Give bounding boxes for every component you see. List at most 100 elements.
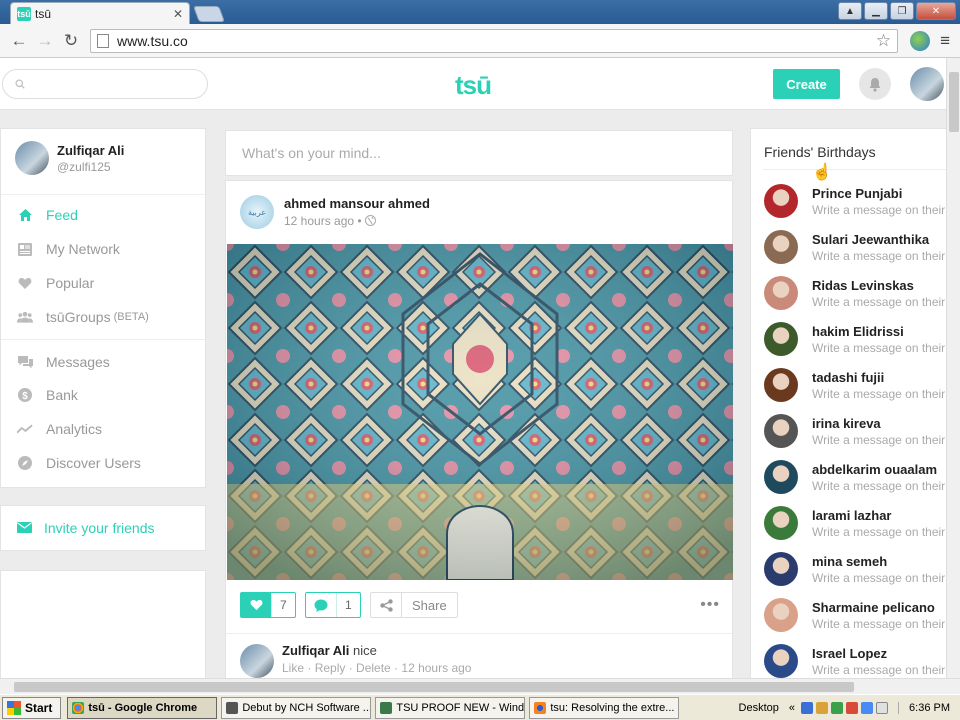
- comment-button[interactable]: 1: [305, 592, 361, 618]
- star-icon[interactable]: ☆: [876, 31, 891, 51]
- comment-author[interactable]: Zulfiqar Ali: [282, 643, 349, 658]
- new-tab-button[interactable]: [193, 6, 225, 22]
- friend-name[interactable]: abdelkarim ouaalam: [812, 462, 945, 477]
- post-author-avatar[interactable]: عربية: [240, 195, 274, 229]
- friend-name[interactable]: Sharmaine pelicano: [812, 600, 945, 615]
- write-message-link[interactable]: Write a message on their: [812, 341, 945, 355]
- nav-discover-users[interactable]: Discover Users: [17, 453, 141, 473]
- write-message-link[interactable]: Write a message on their: [812, 433, 945, 447]
- comment-author-avatar[interactable]: [240, 644, 274, 678]
- invite-friends-link[interactable]: Invite your friends: [0, 505, 206, 551]
- birthday-item[interactable]: irina kireva Write a message on their: [764, 414, 945, 448]
- write-message-link[interactable]: Write a message on their: [812, 571, 945, 585]
- birthday-item[interactable]: Ridas Levinskas Write a message on their: [764, 276, 945, 310]
- friend-name[interactable]: hakim Elidrissi: [812, 324, 945, 339]
- post-image[interactable]: [227, 244, 733, 580]
- taskbar-item-debut[interactable]: Debut by NCH Software ...: [221, 696, 372, 719]
- taskbar-item-tsu-proof[interactable]: TSU PROOF NEW - Wind...: [375, 696, 526, 719]
- friend-name[interactable]: mina semeh: [812, 554, 945, 569]
- write-message-link[interactable]: Write a message on their: [812, 203, 945, 217]
- user-avatar[interactable]: [910, 67, 944, 101]
- address-bar[interactable]: www.tsu.co ☆: [90, 28, 899, 53]
- birthday-item[interactable]: Prince Punjabi Write a message on their: [764, 184, 945, 218]
- tray-app-icon[interactable]: [816, 701, 829, 714]
- search-input[interactable]: [31, 76, 207, 92]
- friend-name[interactable]: Sulari Jeewanthika: [812, 232, 945, 247]
- friend-avatar[interactable]: [764, 644, 798, 678]
- close-window-button[interactable]: ✕: [916, 2, 956, 20]
- birthday-item[interactable]: hakim Elidrissi Write a message on their: [764, 322, 945, 356]
- desktop-toolbar[interactable]: Desktop: [739, 702, 779, 714]
- comment-reply-link[interactable]: Reply: [315, 661, 346, 675]
- birthday-item[interactable]: abdelkarim ouaalam Write a message on the…: [764, 460, 945, 494]
- start-button[interactable]: Start: [2, 696, 62, 719]
- taskbar-item-chrome[interactable]: tsū - Google Chrome: [67, 696, 218, 719]
- write-message-link[interactable]: Write a message on their: [812, 387, 945, 401]
- post-time[interactable]: 12 hours ago •: [284, 214, 362, 228]
- close-tab-icon[interactable]: ✕: [173, 7, 183, 21]
- horizontal-scrollbar[interactable]: [0, 678, 960, 694]
- vertical-scrollbar[interactable]: [946, 58, 960, 678]
- friend-name[interactable]: irina kireva: [812, 416, 945, 431]
- friend-name[interactable]: larami lazhar: [812, 508, 945, 523]
- birthday-item[interactable]: tadashi fujii Write a message on their: [764, 368, 945, 402]
- nav-popular[interactable]: Popular: [17, 273, 94, 293]
- write-message-link[interactable]: Write a message on their: [812, 249, 945, 263]
- birthday-item[interactable]: Israel Lopez Write a message on their: [764, 644, 945, 678]
- share-button[interactable]: Share: [370, 592, 458, 618]
- reload-icon[interactable]: ↻: [58, 28, 84, 54]
- minimize-button[interactable]: ▁: [864, 2, 888, 20]
- friend-avatar[interactable]: [764, 184, 798, 218]
- avatar[interactable]: [15, 141, 49, 175]
- forward-icon[interactable]: →: [32, 28, 58, 54]
- compose-box[interactable]: What's on your mind...: [225, 130, 733, 176]
- url-text[interactable]: www.tsu.co: [117, 33, 876, 49]
- tray-app-icon[interactable]: [801, 701, 814, 714]
- profile-summary[interactable]: Zulfiqar Ali @zulfi125: [15, 141, 124, 175]
- back-icon[interactable]: ←: [6, 28, 32, 54]
- nav-messages[interactable]: Messages: [17, 352, 110, 372]
- more-options-icon[interactable]: •••: [700, 596, 720, 614]
- friend-name[interactable]: Prince Punjabi: [812, 186, 945, 201]
- bell-icon[interactable]: [859, 68, 891, 100]
- friend-name[interactable]: Israel Lopez: [812, 646, 945, 661]
- friend-name[interactable]: tadashi fujii: [812, 370, 945, 385]
- write-message-link[interactable]: Write a message on their: [812, 479, 945, 493]
- friend-avatar[interactable]: [764, 368, 798, 402]
- tsu-logo[interactable]: tsū: [455, 70, 492, 101]
- write-message-link[interactable]: Write a message on their: [812, 525, 945, 539]
- friend-avatar[interactable]: [764, 598, 798, 632]
- birthday-item[interactable]: Sharmaine pelicano Write a message on the…: [764, 598, 945, 632]
- birthday-item[interactable]: mina semeh Write a message on their: [764, 552, 945, 586]
- birthday-item[interactable]: Sulari Jeewanthika Write a message on the…: [764, 230, 945, 264]
- tray-app-icon[interactable]: [831, 701, 844, 714]
- profile-name[interactable]: Zulfiqar Ali: [57, 143, 124, 158]
- write-message-link[interactable]: Write a message on their: [812, 295, 945, 309]
- friend-avatar[interactable]: [764, 230, 798, 264]
- nav-bank[interactable]: $ Bank: [17, 385, 78, 405]
- nav-feed[interactable]: Feed: [17, 205, 78, 225]
- browser-tab[interactable]: tsū tsū ✕: [10, 2, 190, 24]
- user-icon[interactable]: ▲: [838, 2, 862, 20]
- create-button[interactable]: Create: [773, 69, 840, 99]
- birthday-item[interactable]: larami lazhar Write a message on their: [764, 506, 945, 540]
- friend-avatar[interactable]: [764, 322, 798, 356]
- write-message-link[interactable]: Write a message on their: [812, 663, 945, 677]
- search-box[interactable]: [2, 69, 208, 99]
- friend-name[interactable]: Ridas Levinskas: [812, 278, 945, 293]
- friend-avatar[interactable]: [764, 276, 798, 310]
- nav-tsu-groups[interactable]: tsūGroups (BETA): [17, 307, 149, 327]
- friend-avatar[interactable]: [764, 460, 798, 494]
- scrollbar-thumb[interactable]: [14, 682, 854, 692]
- post-author-name[interactable]: ahmed mansour ahmed: [284, 196, 430, 211]
- nav-analytics[interactable]: Analytics: [17, 419, 102, 439]
- tray-app-icon[interactable]: [861, 701, 874, 714]
- comment-like-link[interactable]: Like: [282, 661, 304, 675]
- menu-icon[interactable]: ≡: [936, 31, 954, 51]
- scrollbar-thumb[interactable]: [949, 72, 959, 132]
- friend-avatar[interactable]: [764, 506, 798, 540]
- friend-avatar[interactable]: [764, 552, 798, 586]
- speaker-icon[interactable]: [876, 701, 889, 714]
- maximize-button[interactable]: ❐: [890, 2, 914, 20]
- comment-delete-link[interactable]: Delete: [356, 661, 391, 675]
